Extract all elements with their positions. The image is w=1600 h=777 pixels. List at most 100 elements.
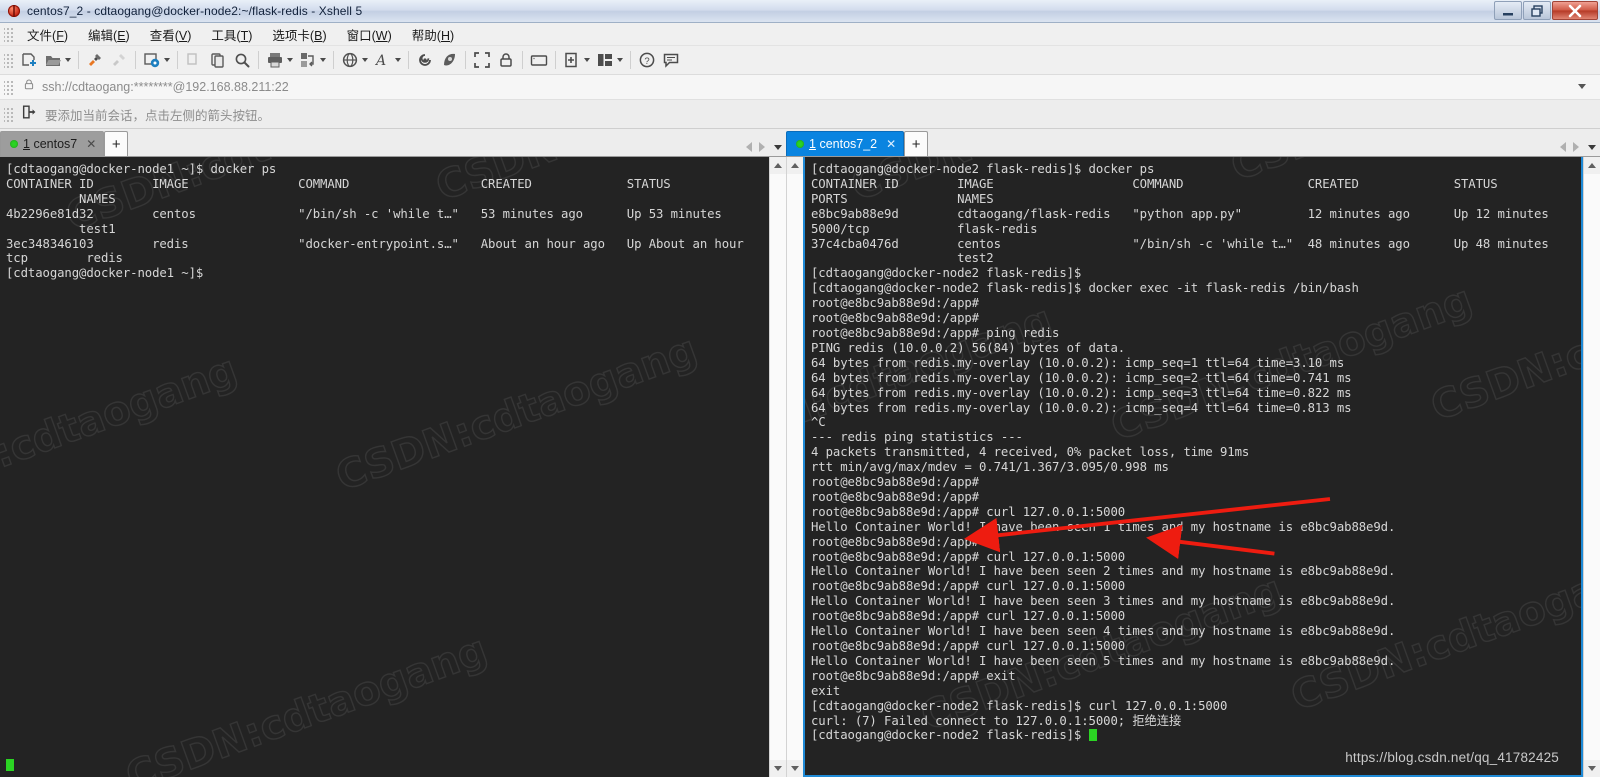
lock-icon	[23, 78, 35, 96]
watermark: CSDN:cdtaogang	[844, 157, 1218, 211]
watermark: CSDN:cdtaogang	[329, 326, 704, 501]
tab-centos7[interactable]: 1 centos7 ✕	[0, 131, 105, 156]
green-link-icon[interactable]	[437, 48, 461, 72]
terminal-pane-left: CSDN:cdtaogang CSDN:cdtaogang CSDN:cdtao…	[0, 157, 787, 777]
find-icon[interactable]	[230, 48, 254, 72]
file-transfer-button[interactable]	[296, 48, 329, 72]
font-icon[interactable]: A	[371, 48, 404, 72]
close-icon[interactable]: ✕	[86, 137, 96, 151]
tab-index-right: 1	[809, 137, 816, 151]
watermark-layer-left: CSDN:cdtaogang CSDN:cdtaogang CSDN:cdtao…	[0, 157, 769, 777]
open-session-button[interactable]	[41, 48, 74, 72]
tab-row: 1 centos7 ✕ + 1 centos7_2 ✕ +	[0, 129, 1600, 157]
scroll-down-button[interactable]	[1583, 760, 1600, 777]
menu-item-window[interactable]: 窗口(W)	[337, 22, 402, 47]
new-tab-button-left[interactable]: +	[104, 131, 129, 156]
layout-icon[interactable]	[593, 48, 626, 72]
connection-status-dot	[796, 140, 804, 148]
watermark: CSDN:cdtaogang	[1424, 256, 1581, 431]
tab-nav-right	[1560, 142, 1596, 152]
svg-text:?: ?	[644, 56, 649, 67]
window-controls	[1494, 1, 1598, 20]
chevron-down-icon[interactable]	[320, 58, 326, 62]
chevron-down-icon[interactable]	[164, 58, 170, 62]
scroll-up-button[interactable]	[1583, 157, 1600, 174]
xshell-window: centos7_2 - cdtaogang@docker-node2:~/fla…	[0, 0, 1600, 777]
session-properties-button[interactable]	[140, 48, 173, 72]
restore-button[interactable]	[1523, 1, 1551, 20]
help-icon[interactable]: ?	[635, 48, 659, 72]
globe-icon[interactable]	[338, 48, 371, 72]
scroll-up-button[interactable]	[769, 157, 787, 174]
info-bar: 要添加当前会话，点击左侧的箭头按钮。	[0, 100, 1600, 129]
menu-item-tools[interactable]: 工具(T)	[201, 22, 262, 47]
scroll-track[interactable]	[1583, 174, 1600, 760]
chevron-down-icon[interactable]	[584, 58, 590, 62]
minimize-button[interactable]	[1494, 1, 1522, 20]
address-gripper[interactable]	[4, 79, 14, 95]
keyboard-icon[interactable]	[527, 48, 551, 72]
close-button[interactable]	[1552, 1, 1598, 20]
tab-centos7-2[interactable]: 1 centos7_2 ✕	[786, 131, 905, 156]
watermark: CSDN:cdtaogang	[119, 626, 494, 777]
menu-item-edit[interactable]: 编辑(E)	[78, 22, 140, 47]
comment-icon[interactable]	[659, 48, 683, 72]
info-gripper[interactable]	[4, 106, 14, 122]
chevron-down-icon[interactable]	[65, 58, 71, 62]
tab-scroll-right-icon[interactable]	[1573, 142, 1579, 152]
watermark: CSDN:cdtaogang	[59, 157, 433, 241]
tab-label-right: centos7_2	[819, 137, 878, 151]
new-tab-button-right[interactable]: +	[904, 131, 929, 156]
menu-gripper[interactable]	[4, 26, 14, 42]
window-title: centos7_2 - cdtaogang@docker-node2:~/fla…	[27, 4, 363, 18]
menu-item-tabs[interactable]: 选项卡(B)	[262, 22, 336, 47]
tab-list-chevron-down-icon[interactable]	[1588, 144, 1596, 150]
address-input[interactable]: ssh://cdtaogang:********@192.168.88.211:…	[42, 80, 289, 94]
svg-text:A: A	[374, 53, 386, 69]
new-session-button[interactable]	[17, 48, 41, 72]
tab-scroll-right-icon[interactable]	[759, 142, 765, 152]
scroll-down-button[interactable]	[769, 760, 787, 777]
tab-scroll-left-icon[interactable]	[746, 142, 752, 152]
chevron-down-icon[interactable]	[395, 58, 401, 62]
toolbar: A ?	[0, 46, 1600, 75]
close-icon[interactable]: ✕	[886, 137, 896, 151]
scroll-up-button[interactable]	[786, 157, 804, 174]
tab-label-left: centos7	[33, 137, 78, 151]
chevron-down-icon[interactable]	[1578, 84, 1586, 89]
disconnect-button	[107, 48, 131, 72]
toolbar-gripper[interactable]	[4, 52, 14, 68]
add-pane-button[interactable]	[560, 48, 593, 72]
connect-button[interactable]	[83, 48, 107, 72]
menu-item-help[interactable]: 帮助(H)	[402, 22, 464, 47]
paste-button[interactable]	[206, 48, 230, 72]
terminal-area: CSDN:cdtaogang CSDN:cdtaogang CSDN:cdtao…	[0, 157, 1600, 777]
menu-item-file[interactable]: 文件(F)	[17, 22, 78, 47]
scrollbar-left[interactable]	[769, 157, 787, 777]
tab-strip-left: 1 centos7 ✕ +	[0, 129, 786, 157]
chevron-down-icon[interactable]	[362, 58, 368, 62]
scroll-down-button[interactable]	[786, 760, 804, 777]
add-session-icon[interactable]	[21, 104, 37, 125]
menu-item-view[interactable]: 查看(V)	[140, 22, 202, 47]
print-button[interactable]	[263, 48, 296, 72]
scroll-track[interactable]	[769, 174, 787, 760]
fullscreen-icon[interactable]	[470, 48, 494, 72]
scrollbar-right-inner[interactable]	[786, 157, 804, 777]
watermark: CSDN:cdtaogang	[1104, 276, 1479, 451]
watermark: CSDN:cdtaogang	[1224, 157, 1581, 191]
lock-icon[interactable]	[494, 48, 518, 72]
address-bar[interactable]: ssh://cdtaogang:********@192.168.88.211:…	[0, 75, 1600, 100]
terminal-screen-right[interactable]: CSDN:cdtaogang CSDN:cdtaogang CSDN:cdtao…	[803, 157, 1583, 777]
tab-scroll-left-icon[interactable]	[1560, 142, 1566, 152]
terminal-screen-left[interactable]: CSDN:cdtaogang CSDN:cdtaogang CSDN:cdtao…	[0, 157, 769, 777]
menu-bar: 文件(F) 编辑(E) 查看(V) 工具(T) 选项卡(B) 窗口(W) 帮助(…	[0, 23, 1600, 46]
ssh-tunnel-icon[interactable]	[413, 48, 437, 72]
scrollbar-right[interactable]	[1583, 157, 1600, 777]
tab-nav-left	[746, 142, 782, 152]
chevron-down-icon[interactable]	[287, 58, 293, 62]
watermark: CSDN:cdtaogang	[914, 566, 1289, 741]
tab-list-chevron-down-icon[interactable]	[774, 144, 782, 150]
chevron-down-icon[interactable]	[617, 58, 623, 62]
scroll-track[interactable]	[786, 174, 804, 760]
